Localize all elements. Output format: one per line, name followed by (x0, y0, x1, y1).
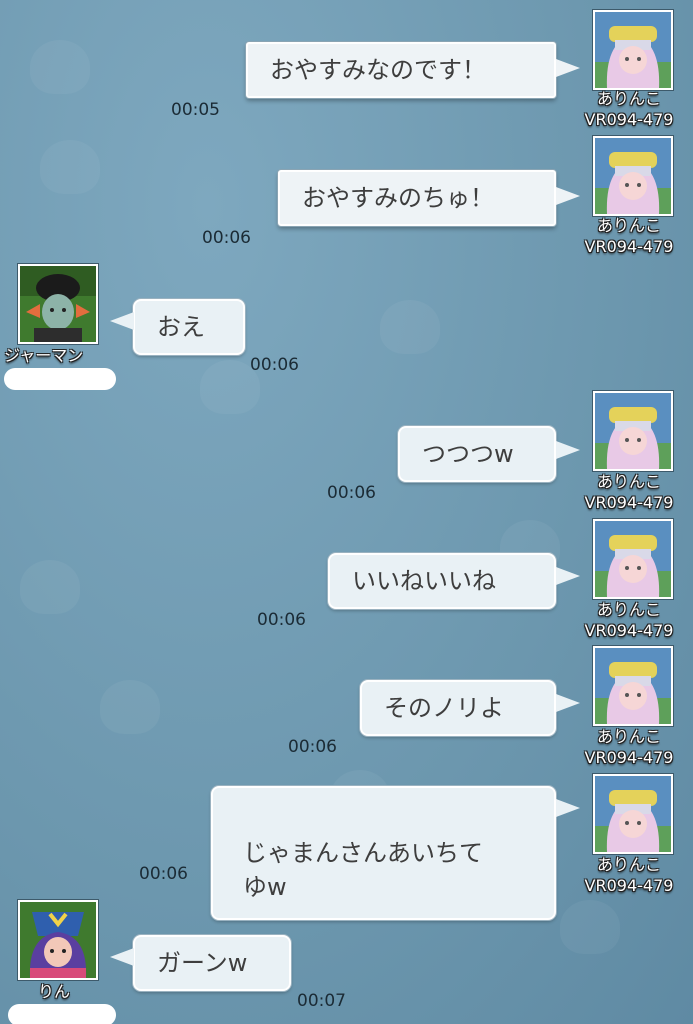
message-bubble[interactable]: そのノリよ (360, 680, 556, 736)
bubble-tail (110, 948, 134, 966)
avatar[interactable] (18, 900, 98, 980)
sender-name: ありんこ (596, 89, 661, 108)
sender-id: VR094-479 (584, 237, 674, 256)
avatar[interactable] (593, 646, 673, 726)
message-bubble[interactable]: いいねいいね (328, 553, 556, 609)
bubble-tail (110, 312, 134, 330)
sender-id: VR094-479 (584, 748, 674, 767)
redaction (8, 1004, 116, 1024)
sender-name: ジャーマン (4, 346, 84, 365)
sender-name: ありんこ (596, 855, 661, 874)
message-bubble[interactable]: おやすみのちゅ！ (278, 170, 556, 226)
sender-name: りん (38, 982, 71, 1001)
avatar[interactable] (593, 10, 673, 90)
bubble-tail (556, 567, 580, 585)
sender-id: VR094-479 (584, 493, 674, 512)
message-bubble[interactable]: ガーンw (133, 935, 291, 991)
message-text: いいねいいね (352, 567, 496, 595)
bubble-tail (556, 59, 580, 77)
character-avatar-icon (595, 521, 671, 597)
timestamp: 00:06 (250, 355, 299, 375)
chat-log[interactable]: ありんこ VR094-479 おやすみなのです！ 00:05 ありんこ VR09… (0, 0, 693, 1024)
message-text: つつつw (422, 440, 514, 468)
message-text: おやすみのちゅ！ (302, 184, 494, 212)
message-text: じゃまんさんあいちて ゆw (243, 839, 483, 901)
character-avatar-icon (595, 776, 671, 852)
avatar[interactable] (593, 391, 673, 471)
message-text: そのノリよ (384, 694, 504, 722)
sender-id: VR094-479 (584, 621, 674, 640)
sender-name: ありんこ (596, 727, 661, 746)
timestamp: 00:06 (327, 483, 376, 503)
sender-id: VR094-479 (584, 110, 674, 129)
timestamp: 00:06 (288, 737, 337, 757)
message-bubble[interactable]: おえ (133, 299, 245, 355)
bubble-tail (556, 187, 580, 205)
timestamp: 00:06 (257, 610, 306, 630)
bubble-tail (556, 694, 580, 712)
character-avatar-icon (20, 266, 96, 342)
timestamp: 00:06 (202, 228, 251, 248)
bubble-tail (556, 441, 580, 459)
message-text: おえ (157, 313, 205, 341)
timestamp: 00:06 (139, 864, 188, 884)
message-bubble[interactable]: つつつw (398, 426, 556, 482)
character-avatar-icon (595, 393, 671, 469)
character-avatar-icon (20, 902, 96, 978)
avatar[interactable] (593, 774, 673, 854)
message-bubble[interactable]: おやすみなのです！ (246, 42, 556, 98)
avatar[interactable] (593, 136, 673, 216)
timestamp: 00:07 (297, 991, 346, 1011)
bubble-tail (556, 799, 580, 817)
sender-name: ありんこ (596, 216, 661, 235)
redaction (4, 368, 116, 390)
avatar[interactable] (18, 264, 98, 344)
message-text: ガーンw (157, 949, 248, 977)
timestamp: 00:05 (171, 100, 220, 120)
character-avatar-icon (595, 138, 671, 214)
message-bubble[interactable]: じゃまんさんあいちて ゆw (211, 786, 556, 920)
sender-id: VR094-479 (584, 876, 674, 895)
avatar[interactable] (593, 519, 673, 599)
sender-name: ありんこ (596, 600, 661, 619)
sender-name: ありんこ (596, 472, 661, 491)
message-text: おやすみなのです！ (270, 56, 486, 84)
character-avatar-icon (595, 12, 671, 88)
character-avatar-icon (595, 648, 671, 724)
